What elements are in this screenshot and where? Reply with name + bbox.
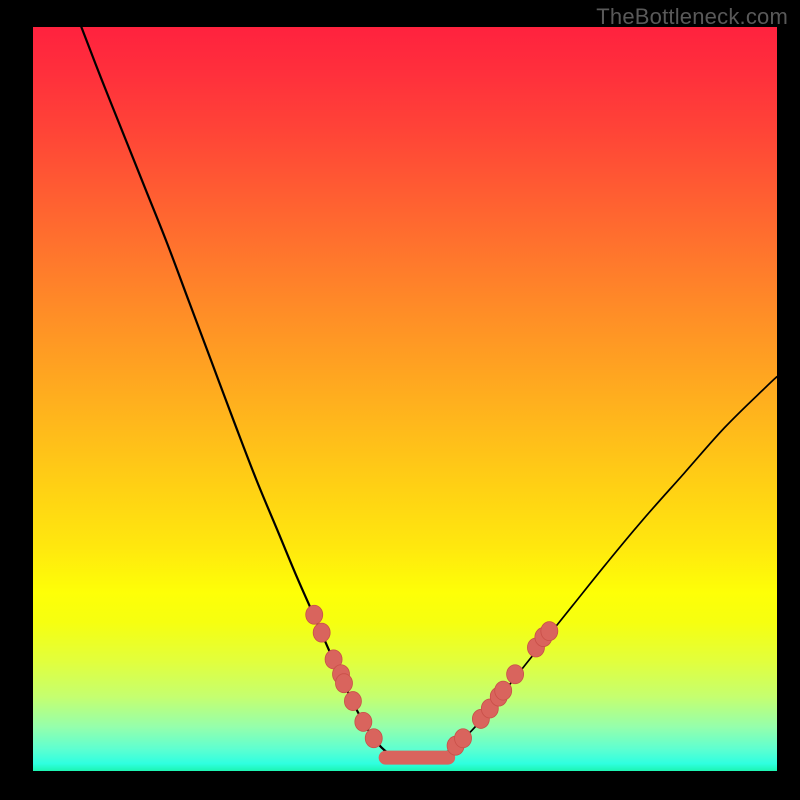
data-marker	[495, 681, 512, 700]
data-marker	[541, 622, 558, 641]
marker-group-right	[447, 622, 558, 756]
data-marker	[313, 623, 330, 642]
data-marker	[507, 665, 524, 684]
marker-group-left	[306, 605, 383, 748]
data-marker	[335, 674, 352, 693]
data-marker	[306, 605, 323, 624]
data-marker	[455, 729, 472, 748]
chart-frame: TheBottleneck.com	[0, 0, 800, 800]
data-marker	[355, 712, 372, 731]
bottleneck-curve-right	[438, 377, 777, 755]
plot-area	[33, 27, 777, 771]
chart-svg	[33, 27, 777, 771]
data-marker	[344, 692, 361, 711]
bottleneck-curve-left	[81, 27, 397, 755]
data-marker	[365, 729, 382, 748]
